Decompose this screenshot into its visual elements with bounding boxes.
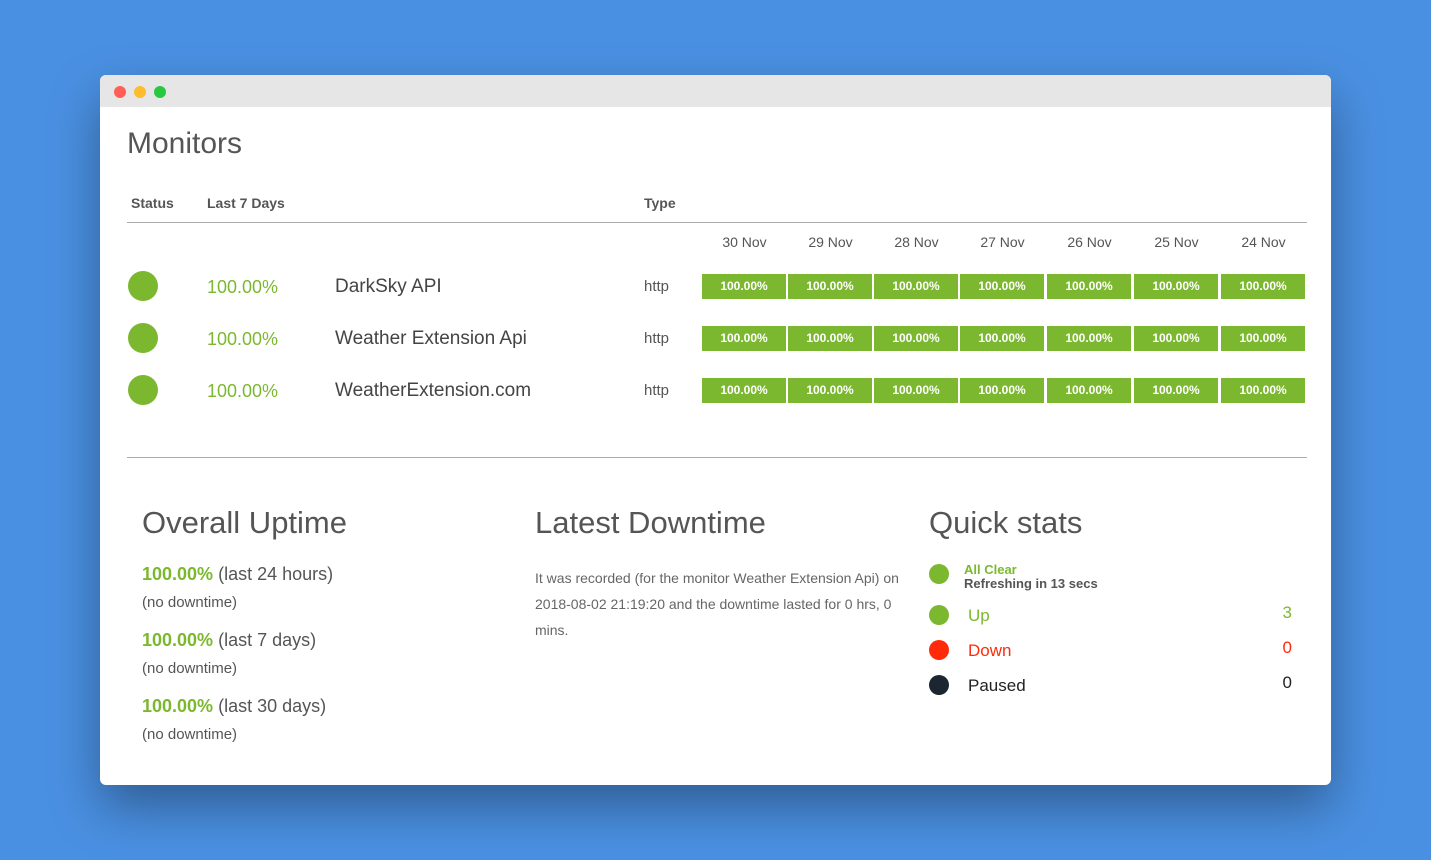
monitor-row[interactable]: 100.00% WeatherExtension.com http 100.00… <box>100 371 1331 411</box>
daily-uptime-bar[interactable]: 100.00% <box>788 326 872 351</box>
uptime-30d-percentage: 100.00% <box>142 696 214 716</box>
up-label: Up <box>968 606 990 625</box>
daily-uptime-bar[interactable]: 100.00% <box>874 378 958 403</box>
uptime-7d-period: (last 7 days) <box>218 630 317 650</box>
column-header-last-7-days: Last 7 Days <box>207 195 285 211</box>
overall-uptime-title: Overall Uptime <box>142 505 347 540</box>
daily-uptime-bar[interactable]: 100.00% <box>1047 326 1131 351</box>
daily-uptime-bar[interactable]: 100.00% <box>874 326 958 351</box>
uptime-30d-period: (last 30 days) <box>218 696 327 716</box>
daily-uptime-bar[interactable]: 100.00% <box>960 326 1044 351</box>
section-divider <box>127 457 1307 458</box>
date-header: 25 Nov <box>1154 234 1199 250</box>
paused-count: 0 <box>1282 673 1292 692</box>
date-header: 27 Nov <box>980 234 1025 250</box>
daily-uptime-bar[interactable]: 100.00% <box>1134 274 1218 299</box>
daily-uptime-bar[interactable]: 100.00% <box>1047 274 1131 299</box>
up-count: 3 <box>1282 603 1292 622</box>
latest-downtime-text: It was recorded (for the monitor Weather… <box>535 570 899 638</box>
down-count: 0 <box>1282 638 1292 657</box>
refresh-countdown: Refreshing in 13 secs <box>964 576 1098 591</box>
daily-uptime-bar[interactable]: 100.00% <box>1221 274 1305 299</box>
daily-uptime-bar[interactable]: 100.00% <box>1047 378 1131 403</box>
uptime-24h-period: (last 24 hours) <box>218 564 334 584</box>
uptime-24h: 100.00% (last 24 hours) <box>142 564 333 585</box>
uptime-30d: 100.00% (last 30 days) <box>142 696 326 717</box>
status-up-icon <box>128 271 158 301</box>
uptime-30d-note: (no downtime) <box>142 726 238 743</box>
maximize-window-button[interactable] <box>154 86 166 98</box>
monitor-row[interactable]: 100.00% Weather Extension Api http 100.0… <box>100 319 1331 359</box>
daily-uptime-bar[interactable]: 100.00% <box>1134 378 1218 403</box>
daily-uptime-bar[interactable]: 100.00% <box>1134 326 1218 351</box>
daily-uptime-bar[interactable]: 100.00% <box>1221 326 1305 351</box>
date-header: 28 Nov <box>894 234 939 250</box>
down-label: Down <box>968 641 1012 660</box>
monitor-type: http <box>644 278 670 295</box>
daily-uptime-bar[interactable]: 100.00% <box>788 274 872 299</box>
down-status-icon <box>929 640 949 660</box>
all-clear-label: All Clear <box>964 562 1017 577</box>
daily-uptime-bar[interactable]: 100.00% <box>788 378 872 403</box>
monitor-type: http <box>644 382 670 399</box>
uptime-7d: 100.00% (last 7 days) <box>142 630 316 651</box>
date-header: 30 Nov <box>722 234 767 250</box>
close-window-button[interactable] <box>114 86 126 98</box>
monitor-name[interactable]: WeatherExtension.com <box>335 380 531 402</box>
date-header: 24 Nov <box>1241 234 1286 250</box>
uptime-percentage: 100.00% <box>207 381 279 401</box>
uptime-percentage: 100.00% <box>207 329 279 349</box>
uptime-7d-note: (no downtime) <box>142 660 238 677</box>
paused-label: Paused <box>968 676 1026 695</box>
status-up-icon <box>128 375 158 405</box>
monitor-name[interactable]: Weather Extension Api <box>335 328 527 350</box>
uptime-24h-note: (no downtime) <box>142 594 238 611</box>
all-clear-status-icon <box>929 564 949 584</box>
daily-uptime-bar[interactable]: 100.00% <box>960 274 1044 299</box>
minimize-window-button[interactable] <box>134 86 146 98</box>
daily-uptime-bar[interactable]: 100.00% <box>874 274 958 299</box>
uptime-percentage: 100.00% <box>207 277 279 297</box>
app-window: Monitors Status Last 7 Days Type 30 Nov … <box>100 75 1331 785</box>
quick-stats-title: Quick stats <box>929 505 1083 540</box>
status-up-icon <box>128 323 158 353</box>
date-header: 26 Nov <box>1067 234 1112 250</box>
paused-status-icon <box>929 675 949 695</box>
uptime-7d-percentage: 100.00% <box>142 630 214 650</box>
daily-uptime-bar[interactable]: 100.00% <box>702 274 786 299</box>
column-header-status: Status <box>131 195 174 211</box>
column-header-type: Type <box>644 195 676 211</box>
uptime-24h-percentage: 100.00% <box>142 564 214 584</box>
daily-uptime-bar[interactable]: 100.00% <box>960 378 1044 403</box>
up-status-icon <box>929 605 949 625</box>
monitor-type: http <box>644 330 670 347</box>
daily-uptime-bar[interactable]: 100.00% <box>702 326 786 351</box>
date-header: 29 Nov <box>808 234 853 250</box>
window-titlebar <box>100 75 1331 107</box>
monitor-name[interactable]: DarkSky API <box>335 276 442 298</box>
monitor-row[interactable]: 100.00% DarkSky API http 100.00% 100.00%… <box>100 267 1331 307</box>
page-title: Monitors <box>127 127 243 160</box>
latest-downtime-title: Latest Downtime <box>535 505 766 540</box>
daily-uptime-bar[interactable]: 100.00% <box>1221 378 1305 403</box>
header-divider <box>127 222 1307 223</box>
daily-uptime-bar[interactable]: 100.00% <box>702 378 786 403</box>
